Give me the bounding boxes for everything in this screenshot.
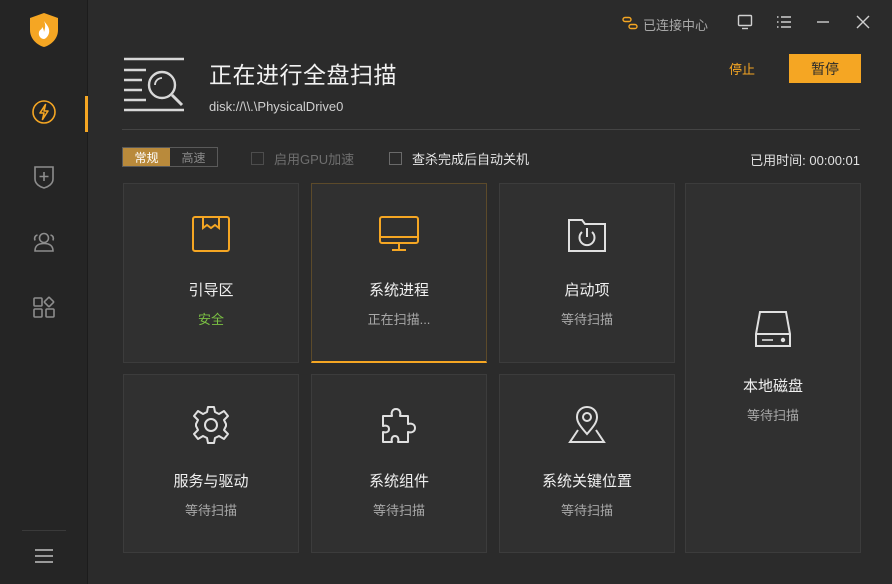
card-boot-sector[interactable]: 引导区 安全 — [123, 183, 299, 363]
auto-shutdown-checkbox[interactable]: 查杀完成后自动关机 — [389, 149, 529, 168]
message-icon — [737, 14, 753, 35]
card-startup-items[interactable]: 启动项 等待扫描 — [499, 183, 675, 363]
apps-grid-icon — [32, 296, 56, 325]
card-title: 系统进程 — [368, 282, 429, 299]
card-status: 等待扫描 — [184, 503, 237, 518]
minimize-button[interactable] — [811, 12, 835, 36]
connection-status-link[interactable]: 已连接中心 — [622, 15, 708, 34]
card-system-process[interactable]: 系统进程 正在扫描... — [311, 183, 487, 363]
connection-status-label: 已连接中心 — [642, 18, 708, 33]
hamburger-menu-icon — [34, 548, 54, 569]
gpu-acceleration-checkbox[interactable]: 启用GPU加速 — [251, 149, 354, 168]
puzzle-icon — [376, 402, 422, 448]
close-button[interactable] — [851, 12, 875, 36]
card-title: 服务与驱动 — [173, 473, 249, 490]
users-icon — [31, 230, 57, 259]
sidebar — [0, 0, 88, 584]
map-pin-icon — [564, 402, 610, 448]
scan-mode-toggle: 常规 高速 — [122, 147, 218, 167]
card-title: 系统关键位置 — [541, 473, 632, 490]
card-title: 系统组件 — [368, 473, 429, 490]
stop-button[interactable]: 停止 — [722, 57, 762, 79]
settings-menu-button[interactable] — [772, 12, 796, 36]
mode-fast-option[interactable]: 高速 — [170, 148, 217, 166]
elapsed-time-value: 00:00:01 — [809, 153, 860, 168]
elapsed-time-label: 已用时间: — [750, 153, 806, 168]
card-services-drivers[interactable]: 服务与驱动 等待扫描 — [123, 374, 299, 553]
scan-path: disk://\\.\PhysicalDrive0 — [209, 99, 344, 114]
card-status: 等待扫描 — [560, 503, 613, 518]
card-status: 等待扫描 — [372, 503, 425, 518]
card-title: 引导区 — [188, 282, 234, 299]
card-key-locations[interactable]: 系统关键位置 等待扫描 — [499, 374, 675, 553]
sidebar-item-tools[interactable] — [0, 288, 88, 332]
logo-shield-icon — [28, 12, 60, 48]
main-menu-button[interactable] — [0, 530, 88, 576]
sidebar-item-protection[interactable] — [0, 157, 88, 201]
link-icon — [622, 16, 638, 33]
monitor-icon — [376, 211, 422, 257]
shield-plus-icon — [32, 164, 56, 195]
list-menu-icon — [776, 15, 792, 34]
auto-shutdown-label: 查杀完成后自动关机 — [412, 152, 530, 167]
checkbox-box — [389, 152, 402, 165]
card-status: 等待扫描 — [746, 408, 799, 423]
card-title: 启动项 — [564, 282, 610, 299]
gpu-acceleration-label: 启用GPU加速 — [274, 152, 355, 167]
page-title: 正在进行全盘扫描 — [209, 62, 397, 88]
sidebar-item-scan[interactable] — [0, 92, 88, 136]
power-folder-icon — [564, 211, 610, 257]
pause-button[interactable]: 暂停 — [789, 54, 861, 83]
close-icon — [856, 15, 870, 34]
header-divider — [122, 129, 860, 130]
feedback-button[interactable] — [733, 12, 757, 36]
sidebar-item-accounts[interactable] — [0, 222, 88, 266]
checkbox-box — [251, 152, 264, 165]
menu-divider — [22, 530, 66, 531]
card-local-disk[interactable]: 本地磁盘 等待扫描 — [685, 183, 861, 553]
title-bar: 已连接中心 — [88, 0, 892, 48]
card-status: 安全 — [197, 312, 224, 327]
card-status: 等待扫描 — [560, 312, 613, 327]
card-status: 正在扫描... — [367, 312, 431, 327]
mode-normal-option[interactable]: 常规 — [123, 148, 170, 166]
gear-icon — [188, 402, 234, 448]
hard-drive-icon — [750, 306, 796, 352]
disk-scan-illustration-icon — [122, 56, 188, 112]
elapsed-time: 已用时间: 00:00:01 — [750, 150, 860, 169]
minimize-icon — [816, 15, 830, 34]
card-system-components[interactable]: 系统组件 等待扫描 — [311, 374, 487, 553]
card-title: 本地磁盘 — [742, 378, 803, 395]
lightning-icon — [31, 99, 57, 130]
boot-sector-icon — [188, 211, 234, 257]
